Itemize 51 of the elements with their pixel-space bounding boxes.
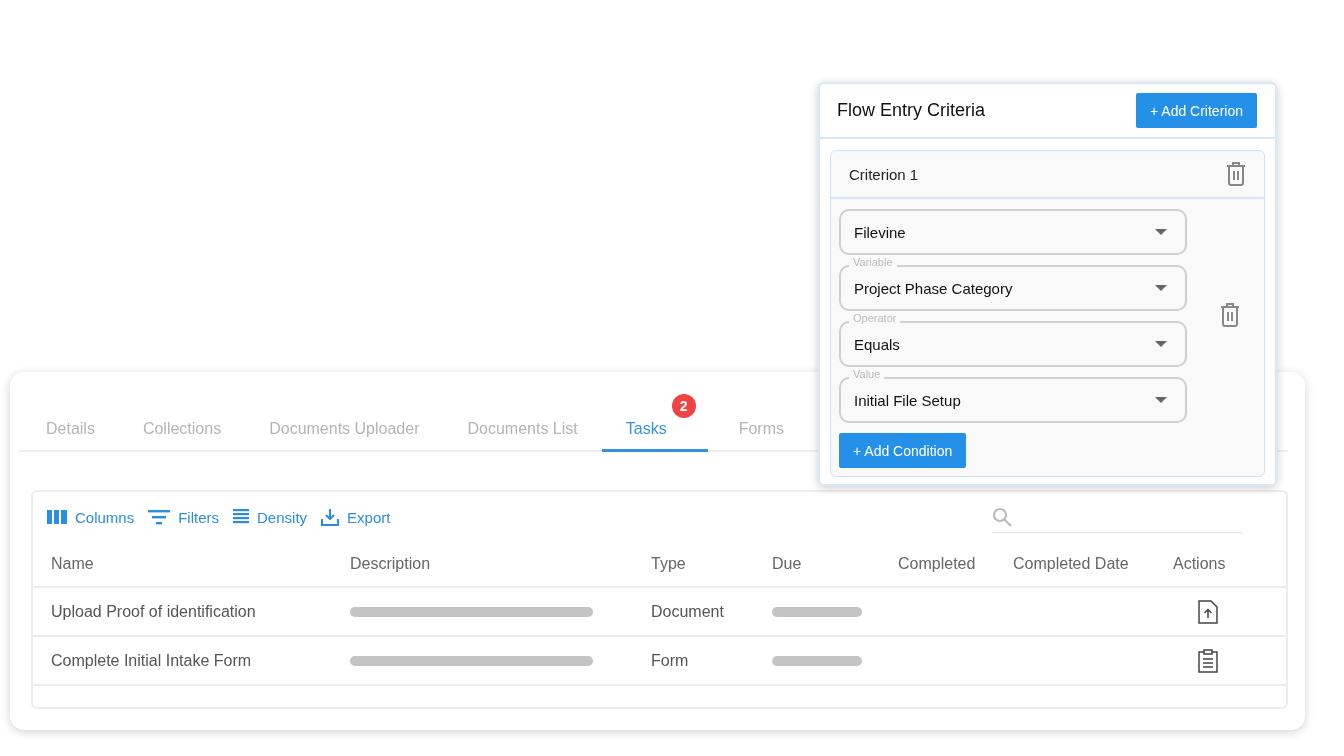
tab[interactable]: Tasks 2 bbox=[601, 394, 708, 452]
caret-icon bbox=[1155, 229, 1167, 235]
tab[interactable]: Documents Uploader bbox=[245, 394, 444, 452]
trash-icon bbox=[1219, 303, 1240, 327]
table-cell-text: Document bbox=[651, 602, 725, 621]
toolbar-button[interactable]: Columns bbox=[47, 508, 135, 526]
caret-icon bbox=[1155, 285, 1167, 291]
file-upload-icon[interactable] bbox=[1197, 599, 1218, 624]
delete-button[interactable] bbox=[1219, 303, 1240, 327]
delete-button[interactable] bbox=[1226, 162, 1246, 186]
caret-icon bbox=[1155, 397, 1167, 403]
column-header: Due bbox=[772, 555, 803, 573]
field-label: Operator bbox=[849, 312, 901, 324]
tab[interactable]: Documents List bbox=[443, 394, 602, 452]
field-value: Equals bbox=[854, 335, 900, 353]
add-criterion-button[interactable]: + Add Criterion bbox=[1136, 93, 1257, 128]
trash-icon bbox=[1226, 162, 1246, 186]
field-value: Initial File Setup bbox=[854, 391, 961, 409]
search-icon bbox=[992, 506, 1012, 527]
columns-icon bbox=[47, 510, 67, 524]
select-field[interactable]: Initial File Setup bbox=[839, 377, 1187, 423]
density-icon bbox=[233, 509, 250, 525]
add-condition-button[interactable]: + Add Condition bbox=[839, 433, 967, 468]
field-value: Project Phase Category bbox=[854, 279, 1013, 297]
field-label: Value bbox=[849, 368, 885, 380]
tab[interactable]: Forms bbox=[714, 394, 808, 452]
column-header: Name bbox=[51, 555, 95, 573]
toolbar-button[interactable]: Filters bbox=[148, 508, 220, 526]
table-cell-text: Complete Initial Intake Form bbox=[51, 651, 253, 670]
select-field[interactable]: Filevine bbox=[839, 209, 1187, 255]
download-icon bbox=[321, 508, 340, 526]
column-header: Actions bbox=[1173, 555, 1227, 573]
field-label: Variable bbox=[849, 256, 897, 268]
toolbar-button[interactable]: Density bbox=[233, 508, 308, 526]
table-cell-text: Upload Proof of identification bbox=[51, 602, 257, 621]
tab[interactable]: Collections bbox=[118, 394, 246, 452]
field-value: Filevine bbox=[854, 223, 906, 241]
column-header: Description bbox=[350, 555, 432, 573]
column-header: Completed bbox=[898, 555, 977, 573]
toolbar-button[interactable]: Export bbox=[321, 508, 391, 526]
count-badge: 2 bbox=[671, 394, 696, 418]
filter-icon bbox=[148, 509, 171, 525]
column-header: Completed Date bbox=[1013, 555, 1130, 573]
clipboard-icon[interactable] bbox=[1197, 648, 1218, 673]
select-field[interactable]: Project Phase Category bbox=[839, 265, 1187, 311]
tab[interactable]: Details bbox=[22, 394, 119, 452]
criterion-title: Criterion 1 bbox=[849, 165, 919, 183]
column-header: Type bbox=[651, 555, 687, 573]
table-cell-text: Form bbox=[651, 651, 690, 670]
panel-title: Flow Entry Criteria bbox=[837, 100, 986, 121]
caret-icon bbox=[1155, 341, 1167, 347]
